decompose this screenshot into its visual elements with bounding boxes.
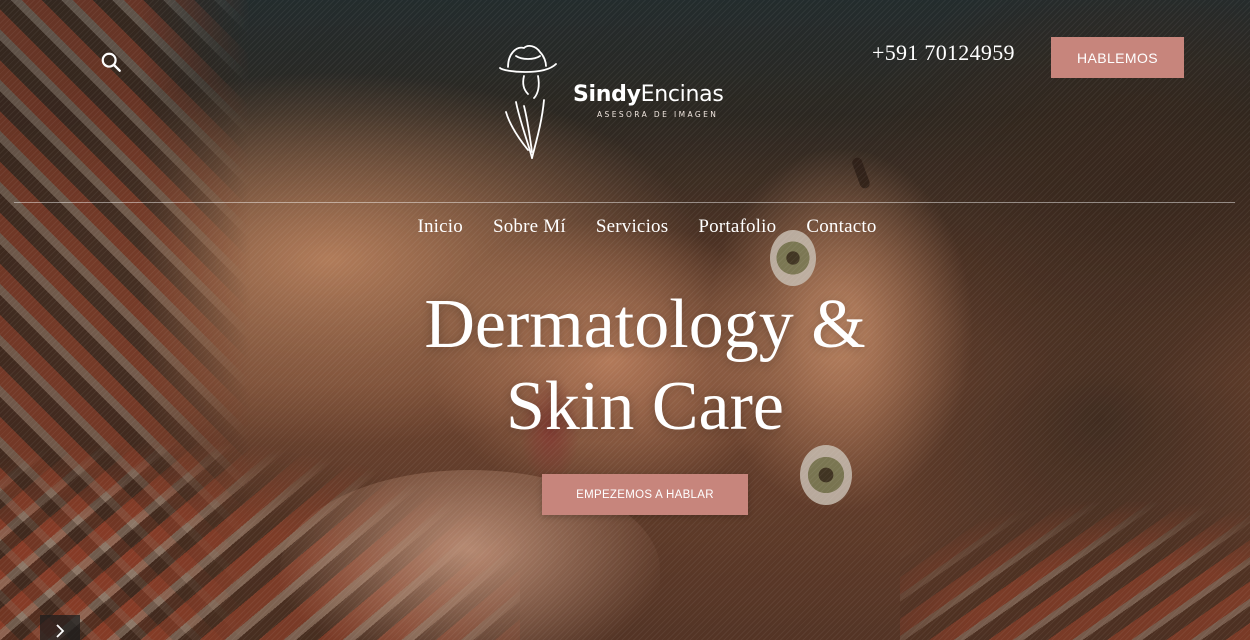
slider-next-button[interactable] xyxy=(40,615,80,640)
hablemos-button[interactable]: HABLEMOS xyxy=(1051,37,1184,78)
nav-item-servicios[interactable]: Servicios xyxy=(596,216,669,238)
nav-item-sobre-mi[interactable]: Sobre Mí xyxy=(493,216,566,238)
main-nav: Inicio Sobre Mí Servicios Portafolio Con… xyxy=(0,216,1250,238)
hat-silhouette-logo-icon xyxy=(499,45,557,159)
nav-item-inicio[interactable]: Inicio xyxy=(417,216,463,238)
logo-wordmark: SindyEncinas xyxy=(573,82,724,107)
hero-headline: Dermatology & Skin Care xyxy=(0,284,1250,448)
logo-name-bold: Sindy xyxy=(573,82,641,107)
hero-section: SindyEncinas ASESORA DE IMAGEN +591 7012… xyxy=(0,0,1250,640)
nav-item-contacto[interactable]: Contacto xyxy=(806,216,876,238)
logo-name-light: Encinas xyxy=(640,82,724,107)
header-divider xyxy=(14,202,1235,203)
phone-number[interactable]: +591 70124959 xyxy=(872,40,1015,66)
logo-tagline: ASESORA DE IMAGEN xyxy=(597,110,719,119)
search-icon[interactable] xyxy=(100,51,122,73)
chevron-right-icon xyxy=(56,624,65,638)
empezemos-a-hablar-button[interactable]: EMPEZEMOS A HABLAR xyxy=(542,474,748,515)
headline-line-1: Dermatology & xyxy=(424,286,866,363)
headline-line-2: Skin Care xyxy=(505,368,785,445)
nav-item-portafolio[interactable]: Portafolio xyxy=(698,216,776,238)
site-logo[interactable]: SindyEncinas ASESORA DE IMAGEN xyxy=(494,42,754,162)
